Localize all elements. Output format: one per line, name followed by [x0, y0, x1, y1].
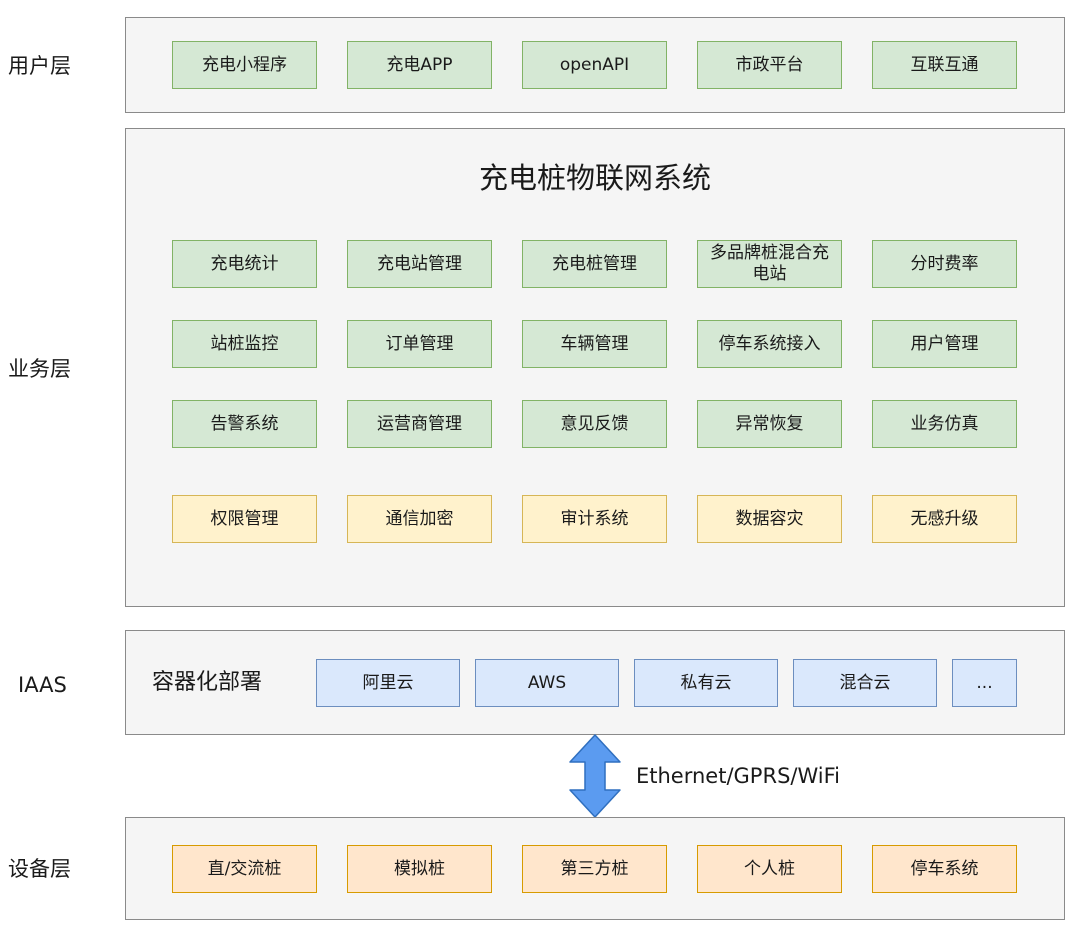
double-arrow-icon — [569, 734, 621, 818]
cloud-box-aliyun: 阿里云 — [316, 659, 460, 707]
business-box: 多品牌桩混合充电站 — [697, 240, 842, 288]
business-box: 站桩监控 — [172, 320, 317, 368]
business-box: 告警系统 — [172, 400, 317, 448]
device-box-parking-system: 停车系统 — [872, 845, 1017, 893]
business-box: 充电站管理 — [347, 240, 492, 288]
layer-label-business: 业务层 — [8, 357, 71, 381]
security-box: 审计系统 — [522, 495, 667, 543]
business-box: 意见反馈 — [522, 400, 667, 448]
cloud-box-hybrid: 混合云 — [793, 659, 937, 707]
business-box: 业务仿真 — [872, 400, 1017, 448]
business-box: 用户管理 — [872, 320, 1017, 368]
device-box-third-party-pile: 第三方桩 — [522, 845, 667, 893]
business-box: 异常恢复 — [697, 400, 842, 448]
cloud-box-private: 私有云 — [634, 659, 778, 707]
business-box: 充电桩管理 — [522, 240, 667, 288]
business-box: 分时费率 — [872, 240, 1017, 288]
cloud-box-more: ... — [952, 659, 1017, 707]
user-box-openapi: openAPI — [522, 41, 667, 89]
business-box: 运营商管理 — [347, 400, 492, 448]
user-box-municipal: 市政平台 — [697, 41, 842, 89]
security-box: 无感升级 — [872, 495, 1017, 543]
cloud-box-aws: AWS — [475, 659, 619, 707]
security-box: 通信加密 — [347, 495, 492, 543]
business-box: 车辆管理 — [522, 320, 667, 368]
business-box: 订单管理 — [347, 320, 492, 368]
system-title: 充电桩物联网系统 — [478, 161, 711, 195]
security-box: 数据容灾 — [697, 495, 842, 543]
user-box-interconnect: 互联互通 — [872, 41, 1017, 89]
device-box-simulated-pile: 模拟桩 — [347, 845, 492, 893]
business-box: 停车系统接入 — [697, 320, 842, 368]
business-box: 充电统计 — [172, 240, 317, 288]
layer-label-user: 用户层 — [8, 54, 71, 78]
device-box-personal-pile: 个人桩 — [697, 845, 842, 893]
layer-label-iaas: IAAS — [18, 673, 67, 697]
user-box-app: 充电APP — [347, 41, 492, 89]
security-box: 权限管理 — [172, 495, 317, 543]
connection-label: Ethernet/GPRS/WiFi — [636, 764, 840, 788]
user-box-mini-program: 充电小程序 — [172, 41, 317, 89]
layer-label-device: 设备层 — [8, 857, 71, 881]
container-deploy-label: 容器化部署 — [152, 670, 263, 695]
device-box-dc-ac-pile: 直/交流桩 — [172, 845, 317, 893]
